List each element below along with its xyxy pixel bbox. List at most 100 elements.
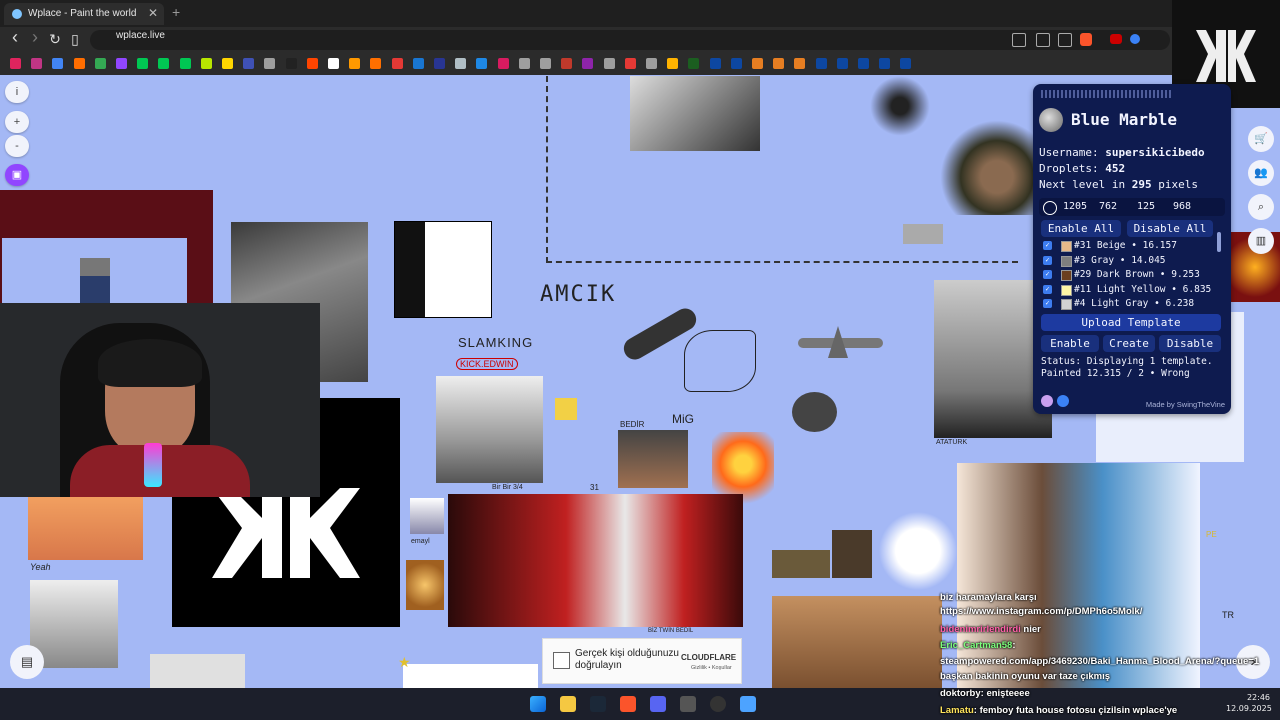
privacy-links[interactable]: Gizlilik • Koşullar — [691, 665, 732, 671]
color-checkbox[interactable]: ✓ — [1043, 270, 1052, 279]
color-checkbox[interactable]: ✓ — [1043, 256, 1052, 265]
bookmark-icon[interactable] — [518, 58, 530, 69]
url-text[interactable]: wplace.live — [116, 30, 165, 41]
mute-icon[interactable] — [1012, 33, 1026, 47]
bookmark-icon[interactable] — [31, 58, 43, 69]
bookmark-icon[interactable] — [222, 58, 233, 69]
bookmark-icon[interactable] — [412, 58, 424, 69]
back-button[interactable]: ‹ — [6, 27, 24, 48]
bookmark-icon[interactable] — [158, 58, 170, 69]
coord-pixel-x[interactable]: 125 — [1137, 201, 1155, 212]
clock[interactable]: 22:46 12.09.2025 — [1226, 692, 1272, 714]
emoji-icon[interactable] — [1041, 395, 1053, 407]
bookmark-icon[interactable] — [900, 58, 912, 69]
cast-icon[interactable] — [1036, 33, 1050, 47]
brave-shield-icon[interactable] — [1080, 33, 1092, 46]
bookmark-icon[interactable] — [540, 58, 551, 69]
bookmark-icon[interactable] — [116, 58, 127, 69]
enable-all-button[interactable]: Enable All — [1041, 220, 1121, 237]
bookmark-icon[interactable] — [730, 58, 742, 69]
bookmark-icon[interactable] — [858, 58, 869, 69]
tool-icon[interactable] — [740, 696, 756, 712]
new-tab-button[interactable]: + — [172, 4, 180, 20]
reload-button[interactable]: ↻ — [46, 31, 64, 48]
bookmark-icon[interactable] — [73, 58, 85, 69]
bookmark-icon[interactable] — [667, 58, 679, 69]
bookmark-icon[interactable] — [815, 58, 827, 69]
search-icon[interactable]: ⌕ — [1248, 194, 1274, 220]
bookmark-icon[interactable]: ▯ — [66, 31, 84, 48]
bookmark-icon[interactable] — [646, 58, 657, 69]
steam-icon[interactable] — [590, 696, 606, 712]
app-icon[interactable] — [680, 696, 696, 712]
shop-icon[interactable]: 🛒 — [1248, 126, 1274, 152]
bookmark-icon[interactable] — [879, 58, 891, 69]
bookmark-icon[interactable] — [752, 58, 763, 69]
color-list-scrollbar[interactable] — [1217, 232, 1221, 252]
verify-checkbox[interactable] — [553, 652, 570, 669]
tab-close-button[interactable]: ✕ — [148, 6, 158, 20]
leaderboard-icon[interactable]: ▥ — [1248, 228, 1274, 254]
ublock-icon[interactable] — [1110, 34, 1122, 44]
layers-button[interactable]: ▤ — [10, 645, 44, 679]
bookmark-icon[interactable] — [285, 58, 297, 69]
info-button[interactable]: i — [5, 81, 29, 103]
bookmark-icon[interactable] — [773, 58, 785, 69]
bookmark-icon[interactable] — [243, 58, 255, 69]
zoom-out-button[interactable]: - — [5, 135, 29, 157]
bookmark-icon[interactable] — [137, 58, 149, 69]
browser-tab[interactable]: Wplace - Paint the world ✕ — [4, 3, 164, 25]
bookmark-icon[interactable] — [391, 58, 403, 69]
bedir-text: BEDİR — [620, 420, 645, 429]
drag-handle[interactable] — [1041, 90, 1171, 98]
bookmark-icon[interactable] — [476, 58, 488, 69]
bookmark-icon[interactable] — [328, 58, 339, 69]
bookmark-icon[interactable] — [179, 58, 191, 69]
bookmark-icon[interactable] — [582, 58, 594, 69]
bookmark-icon[interactable] — [94, 58, 106, 69]
discord-icon[interactable] — [650, 696, 666, 712]
brave-icon[interactable] — [620, 696, 636, 712]
color-checkbox[interactable]: ✓ — [1043, 241, 1052, 250]
tab-bar: Wplace - Paint the world ✕ + — [0, 0, 1280, 27]
globe-icon[interactable] — [1057, 395, 1069, 407]
address-bar[interactable] — [90, 30, 1170, 50]
translate-icon[interactable] — [1130, 34, 1140, 44]
enable-button[interactable]: Enable — [1041, 335, 1099, 352]
bookmark-icon[interactable] — [370, 58, 382, 69]
file-explorer-icon[interactable] — [560, 696, 576, 712]
bookmark-icon[interactable] — [52, 58, 64, 69]
bookmark-icon[interactable] — [497, 58, 509, 69]
obs-icon[interactable] — [710, 696, 726, 712]
coord-tile-x[interactable]: 1205 — [1063, 201, 1087, 212]
users-icon[interactable]: 👥 — [1248, 160, 1274, 186]
disable-all-button[interactable]: Disable All — [1127, 220, 1213, 237]
coord-pixel-y[interactable]: 968 — [1173, 201, 1191, 212]
start-icon[interactable] — [530, 696, 546, 712]
share-icon[interactable] — [1058, 33, 1072, 47]
pin-icon[interactable] — [1043, 201, 1057, 215]
bookmark-icon[interactable] — [349, 58, 361, 69]
bookmark-icon[interactable] — [688, 58, 700, 69]
forward-button[interactable]: › — [26, 27, 44, 48]
twitch-icon[interactable]: ▣ — [5, 164, 29, 186]
color-checkbox[interactable]: ✓ — [1043, 285, 1052, 294]
bookmark-icon[interactable] — [264, 58, 276, 69]
zoom-in-button[interactable]: + — [5, 111, 29, 133]
bookmark-icon[interactable] — [10, 58, 21, 69]
bookmark-icon[interactable] — [709, 58, 721, 69]
bookmark-icon[interactable] — [561, 58, 573, 69]
create-button[interactable]: Create — [1103, 335, 1155, 352]
bookmark-icon[interactable] — [794, 58, 806, 69]
disable-button[interactable]: Disable — [1159, 335, 1221, 352]
color-checkbox[interactable]: ✓ — [1043, 299, 1052, 308]
bookmark-icon[interactable] — [200, 58, 212, 69]
bookmark-icon[interactable] — [306, 58, 318, 69]
bookmark-icon[interactable] — [624, 58, 636, 69]
bookmark-icon[interactable] — [603, 58, 615, 69]
coord-tile-y[interactable]: 762 — [1099, 201, 1117, 212]
bookmark-icon[interactable] — [836, 58, 848, 69]
bookmark-icon[interactable] — [455, 58, 467, 69]
bookmark-icon[interactable] — [434, 58, 445, 69]
upload-template-button[interactable]: Upload Template — [1041, 314, 1221, 331]
